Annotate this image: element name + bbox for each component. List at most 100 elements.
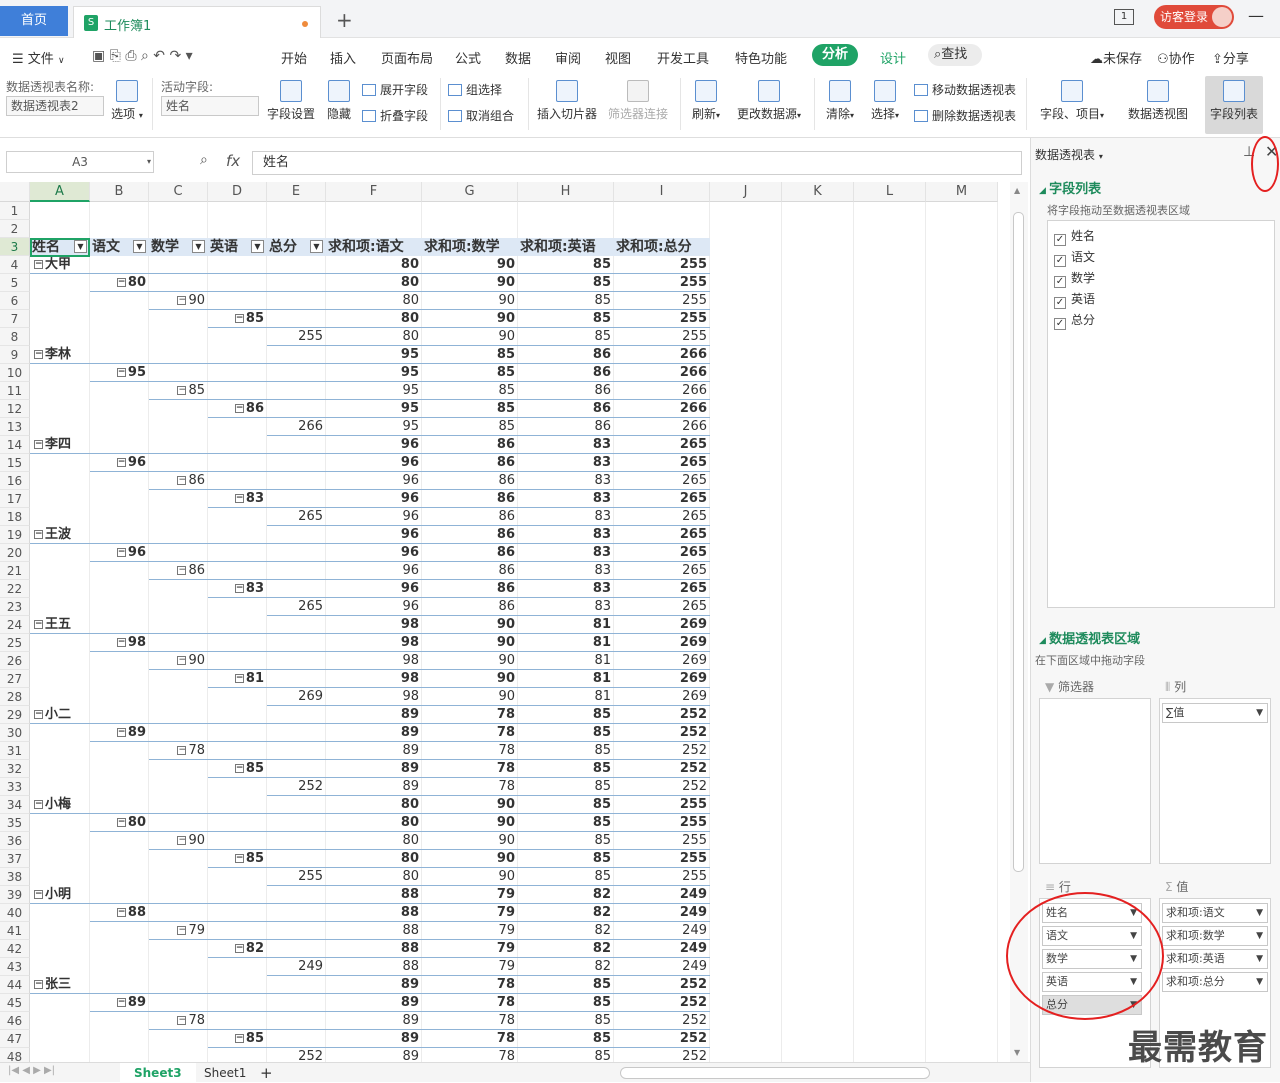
collapse-toggle-icon[interactable]: − (177, 746, 187, 755)
scroll-down-icon[interactable]: ▼ (1014, 1048, 1020, 1057)
sheet-tab-sheet1[interactable]: Sheet1 (190, 1063, 260, 1083)
pivot-value-cell[interactable]: 85 (422, 382, 518, 400)
pivot-row-chinese[interactable]: −98 (90, 634, 149, 652)
collapse-toggle-icon[interactable]: − (116, 638, 126, 647)
menu-view[interactable]: 视图 (605, 48, 631, 67)
column-zone[interactable]: ∑值 ▼ (1159, 698, 1271, 864)
row-header[interactable]: 44 (0, 976, 30, 994)
pivot-value-cell[interactable]: 90 (422, 850, 518, 868)
pivot-value-cell[interactable]: 90 (422, 634, 518, 652)
collapse-toggle-icon[interactable]: − (177, 566, 187, 575)
pivot-value-cell[interactable]: 252 (614, 976, 710, 994)
insert-slicer-button[interactable]: 插入切片器 (536, 80, 598, 122)
pivot-row-english[interactable]: −85 (208, 310, 267, 328)
collapse-toggle-icon[interactable]: − (34, 530, 43, 539)
field-checkbox-math[interactable]: ✓ 数学 (1054, 269, 1095, 288)
pivot-row-name[interactable]: − 王波 (34, 526, 71, 544)
minimize-icon[interactable]: — (1248, 6, 1264, 25)
field-list-button[interactable]: 字段列表 (1208, 80, 1260, 122)
row-header[interactable]: 22 (0, 580, 30, 598)
value-item-chinese[interactable]: 求和项:语文 ▼ (1162, 903, 1268, 923)
horizontal-scrollbar[interactable] (620, 1067, 930, 1079)
row-header[interactable]: 23 (0, 598, 30, 616)
pivot-row-name[interactable]: − 小二 (34, 706, 71, 724)
collapse-toggle-icon[interactable]: − (34, 350, 43, 359)
pivot-header-cell[interactable]: 求和项:语文 (326, 238, 422, 256)
row-header[interactable]: 17 (0, 490, 30, 508)
add-sheet-button[interactable]: + (256, 1063, 277, 1083)
collapse-toggle-icon[interactable]: − (116, 458, 126, 467)
pivot-value-cell[interactable]: 269 (614, 634, 710, 652)
pivot-chart-button[interactable]: 数据透视图 (1126, 80, 1190, 122)
pivot-row-chinese[interactable]: −89 (90, 994, 149, 1012)
unsaved-button[interactable]: ☁未保存 (1090, 48, 1142, 67)
row-header[interactable]: 28 (0, 688, 30, 706)
pivot-row-chinese[interactable]: −80 (90, 814, 149, 832)
pivot-value-cell[interactable]: 85 (518, 778, 614, 796)
row-header[interactable]: 21 (0, 562, 30, 580)
pivot-value-cell[interactable]: 90 (422, 256, 518, 274)
pivot-value-cell[interactable]: 255 (614, 850, 710, 868)
pivot-value-cell[interactable]: 85 (518, 868, 614, 886)
pivot-row-chinese[interactable]: −80 (90, 274, 149, 292)
pivot-value-cell[interactable]: 252 (614, 724, 710, 742)
pivot-value-cell[interactable]: 249 (614, 940, 710, 958)
pivot-value-cell[interactable]: 266 (614, 400, 710, 418)
zoom-icon[interactable]: ⌕ (200, 152, 208, 168)
pivot-value-cell[interactable]: 89 (326, 994, 422, 1012)
pivot-value-cell[interactable]: 96 (326, 472, 422, 490)
pivot-value-cell[interactable]: 266 (614, 382, 710, 400)
pivot-value-cell[interactable]: 81 (518, 616, 614, 634)
pivot-value-cell[interactable]: 269 (614, 688, 710, 706)
pivot-value-cell[interactable]: 86 (518, 400, 614, 418)
pivot-row-math[interactable]: −85 (149, 382, 208, 400)
pivot-value-cell[interactable]: 81 (518, 652, 614, 670)
collapse-toggle-icon[interactable]: − (34, 260, 43, 269)
pivot-row-total[interactable]: 265 (267, 508, 326, 526)
pivot-value-cell[interactable]: 265 (614, 454, 710, 472)
pivot-value-cell[interactable]: 90 (422, 688, 518, 706)
pivot-value-cell[interactable]: 88 (326, 940, 422, 958)
menu-data[interactable]: 数据 (505, 48, 531, 67)
pivot-value-cell[interactable]: 255 (614, 292, 710, 310)
pivot-value-cell[interactable]: 89 (326, 706, 422, 724)
pivot-row-math[interactable]: −78 (149, 742, 208, 760)
pivot-value-cell[interactable]: 82 (518, 904, 614, 922)
change-source-button[interactable]: 更改数据源▾ (733, 80, 805, 122)
select-button[interactable]: 选择▾ (867, 80, 903, 122)
pivot-value-cell[interactable]: 80 (326, 274, 422, 292)
pivot-row-chinese[interactable]: −88 (90, 904, 149, 922)
pivot-value-cell[interactable]: 80 (326, 328, 422, 346)
collapse-toggle-icon[interactable]: − (34, 800, 43, 809)
pivot-value-cell[interactable]: 86 (422, 598, 518, 616)
pivot-row-math[interactable]: −90 (149, 292, 208, 310)
pivot-value-cell[interactable]: 252 (614, 742, 710, 760)
spreadsheet-grid[interactable]: ABCDEFGHIJKLM 1 2 3 4 5 6 7 8 9 10 11 12 13 14 15 16 17 1… (0, 182, 1010, 1066)
pivot-value-cell[interactable]: 79 (422, 940, 518, 958)
row-header[interactable]: 10 (0, 364, 30, 382)
collapse-toggle-icon[interactable]: − (234, 764, 244, 773)
pivot-row-total[interactable]: 269 (267, 688, 326, 706)
filter-dropdown-icon[interactable]: ▼ (133, 240, 146, 253)
pivot-value-cell[interactable]: 80 (326, 814, 422, 832)
filter-dropdown-icon[interactable]: ▼ (310, 240, 323, 253)
pivot-value-cell[interactable]: 85 (422, 418, 518, 436)
pivot-value-cell[interactable]: 79 (422, 886, 518, 904)
row-header[interactable]: 31 (0, 742, 30, 760)
pivot-value-cell[interactable]: 78 (422, 994, 518, 1012)
pivot-value-cell[interactable]: 265 (614, 526, 710, 544)
pivot-value-cell[interactable]: 81 (518, 670, 614, 688)
column-header[interactable]: H (518, 182, 614, 202)
pivot-value-cell[interactable]: 265 (614, 598, 710, 616)
options-button[interactable]: 选项 ▾ (110, 80, 144, 122)
search-button[interactable]: ⌕查找 (928, 44, 982, 66)
collapse-toggle-icon[interactable]: − (116, 278, 126, 287)
menu-insert[interactable]: 插入 (330, 48, 356, 67)
pivot-row-english[interactable]: −86 (208, 400, 267, 418)
collapse-toggle-icon[interactable]: − (34, 980, 43, 989)
row-header[interactable]: 3 (0, 238, 30, 256)
pivot-row-total[interactable]: 255 (267, 328, 326, 346)
panel-title-dropdown[interactable]: 数据透视表 ▾ (1035, 146, 1103, 163)
pivot-value-cell[interactable]: 255 (614, 310, 710, 328)
pivot-value-cell[interactable]: 85 (518, 328, 614, 346)
